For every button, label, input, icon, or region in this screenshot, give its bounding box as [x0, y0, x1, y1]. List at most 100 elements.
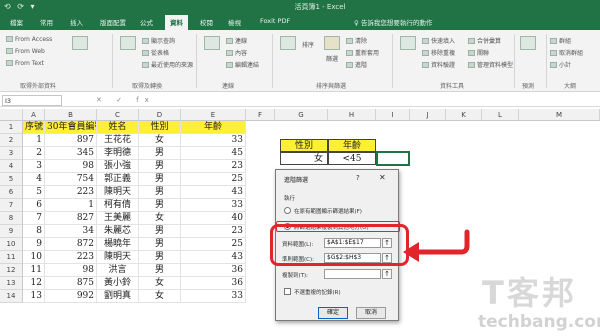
table-cell[interactable]: 5 — [23, 186, 45, 199]
table-cell[interactable]: 9 — [23, 238, 45, 251]
table-cell[interactable]: 23 — [181, 160, 246, 173]
table-cell[interactable]: 李明德 — [97, 147, 139, 160]
row-header[interactable]: 4 — [0, 160, 23, 173]
show-queries-button[interactable]: 顯示查詢 — [142, 36, 175, 45]
sort-az-icon[interactable] — [280, 36, 296, 50]
copy-to-input[interactable] — [324, 269, 381, 279]
table-cell[interactable]: 36 — [181, 277, 246, 290]
table-cell[interactable]: 36 — [181, 264, 246, 277]
table-cell[interactable]: 黃小鈴 — [97, 277, 139, 290]
relationships-button[interactable]: 關聯 — [468, 48, 489, 57]
row-header[interactable]: 11 — [0, 251, 23, 264]
table-header-cell[interactable]: 姓名 — [97, 121, 139, 134]
from-table-button[interactable]: 從表格 — [142, 48, 169, 57]
table-cell[interactable]: 1 — [23, 134, 45, 147]
column-header-k[interactable]: K — [446, 109, 482, 121]
table-cell[interactable]: 34 — [45, 225, 97, 238]
copy-to-collapse-icon[interactable]: ↑ — [382, 269, 392, 279]
from-web-button[interactable]: From Web — [6, 48, 45, 55]
row-header[interactable]: 12 — [0, 264, 23, 277]
refresh-all-icon[interactable] — [204, 36, 220, 50]
row-header[interactable]: 9 — [0, 225, 23, 238]
tab-file[interactable]: 檔案 — [10, 17, 23, 27]
table-cell[interactable]: 43 — [181, 251, 246, 264]
table-cell[interactable]: 劉明真 — [97, 290, 139, 303]
table-cell[interactable]: 40 — [181, 212, 246, 225]
name-box[interactable]: I3 — [2, 95, 62, 106]
ok-button[interactable]: 確定 — [318, 307, 348, 319]
subtotal-button[interactable]: 小計 — [550, 60, 571, 69]
unique-records-checkbox[interactable] — [284, 288, 291, 295]
row-header[interactable]: 3 — [0, 147, 23, 160]
column-header-l[interactable]: L — [482, 109, 519, 121]
edit-links-button[interactable]: 編輯連結 — [226, 60, 259, 69]
table-cell[interactable]: 98 — [45, 160, 97, 173]
row-header[interactable]: 14 — [0, 290, 23, 303]
tab-page-layout[interactable]: 版面配置 — [100, 17, 126, 27]
table-cell[interactable]: 男 — [139, 147, 181, 160]
table-cell[interactable]: 754 — [45, 173, 97, 186]
tab-view[interactable]: 檢視 — [228, 17, 241, 27]
tab-home[interactable]: 常用 — [40, 17, 53, 27]
row-header[interactable]: 5 — [0, 173, 23, 186]
recent-sources-button[interactable]: 最近使用的來源 — [142, 60, 193, 69]
other-sources-icon[interactable] — [72, 36, 88, 50]
row-header[interactable]: 2 — [0, 134, 23, 147]
filter-funnel-icon[interactable] — [324, 36, 340, 50]
column-header-b[interactable]: B — [45, 109, 97, 121]
table-cell[interactable]: 11 — [23, 264, 45, 277]
table-cell[interactable]: 13 — [23, 290, 45, 303]
column-header-j[interactable]: J — [410, 109, 446, 121]
table-cell[interactable]: 827 — [45, 212, 97, 225]
table-cell[interactable]: 8 — [23, 225, 45, 238]
criteria-value-age[interactable]: <45 — [328, 152, 376, 165]
flash-fill-button[interactable]: 快速填入 — [422, 36, 455, 45]
selected-cell-outline[interactable] — [376, 151, 410, 166]
table-cell[interactable]: 25 — [181, 238, 246, 251]
table-cell[interactable]: 875 — [45, 277, 97, 290]
tab-review[interactable]: 校閱 — [200, 17, 213, 27]
column-header-i[interactable]: I — [376, 109, 410, 121]
ungroup-button[interactable]: 取消群組 — [550, 48, 583, 57]
criteria-header-gender[interactable]: 性別 — [280, 139, 328, 152]
table-cell[interactable]: 897 — [45, 134, 97, 147]
column-header-h[interactable]: H — [328, 109, 376, 121]
from-access-button[interactable]: From Access — [6, 36, 52, 43]
close-button[interactable]: ✕ — [379, 173, 386, 182]
table-cell[interactable]: 張小強 — [97, 160, 139, 173]
table-cell[interactable]: 女 — [139, 290, 181, 303]
table-cell[interactable]: 23 — [181, 225, 246, 238]
tab-insert[interactable]: 插入 — [70, 17, 83, 27]
table-cell[interactable]: 朱麗芯 — [97, 225, 139, 238]
filter-button[interactable]: 篩選 — [326, 54, 338, 63]
table-cell[interactable]: 柯有倩 — [97, 199, 139, 212]
group-button[interactable]: 群組 — [550, 36, 571, 45]
formula-icons[interactable]: ✕ ✓ fx — [96, 96, 155, 104]
table-cell[interactable]: 男 — [139, 186, 181, 199]
table-cell[interactable]: 男 — [139, 251, 181, 264]
clear-filter-button[interactable]: 清除 — [346, 36, 367, 45]
table-cell[interactable]: 男 — [139, 173, 181, 186]
column-header-f[interactable]: F — [246, 109, 275, 121]
table-cell[interactable]: 345 — [45, 147, 97, 160]
table-cell[interactable]: 男 — [139, 225, 181, 238]
quick-access-toolbar[interactable]: ⟲ ⟳ ▾ — [4, 2, 37, 11]
criteria-header-age[interactable]: 年齡 — [328, 139, 376, 152]
column-header-c[interactable]: C — [97, 109, 139, 121]
table-cell[interactable]: 33 — [181, 134, 246, 147]
reapply-button[interactable]: 重新套用 — [346, 48, 379, 57]
table-cell[interactable]: 女 — [139, 134, 181, 147]
select-all-corner[interactable] — [0, 109, 23, 121]
table-cell[interactable]: 12 — [23, 277, 45, 290]
table-header-cell[interactable]: 性別 — [139, 121, 181, 134]
column-header-m[interactable]: M — [519, 109, 600, 121]
table-cell[interactable]: 王花花 — [97, 134, 139, 147]
table-cell[interactable]: 1 — [45, 199, 97, 212]
table-cell[interactable]: 992 — [45, 290, 97, 303]
table-cell[interactable]: 33 — [181, 199, 246, 212]
radio-filter-in-place[interactable] — [284, 207, 291, 214]
new-query-icon[interactable] — [120, 36, 136, 50]
table-cell[interactable]: 男 — [139, 238, 181, 251]
table-cell[interactable]: 25 — [181, 173, 246, 186]
properties-button[interactable]: 內容 — [226, 48, 247, 57]
